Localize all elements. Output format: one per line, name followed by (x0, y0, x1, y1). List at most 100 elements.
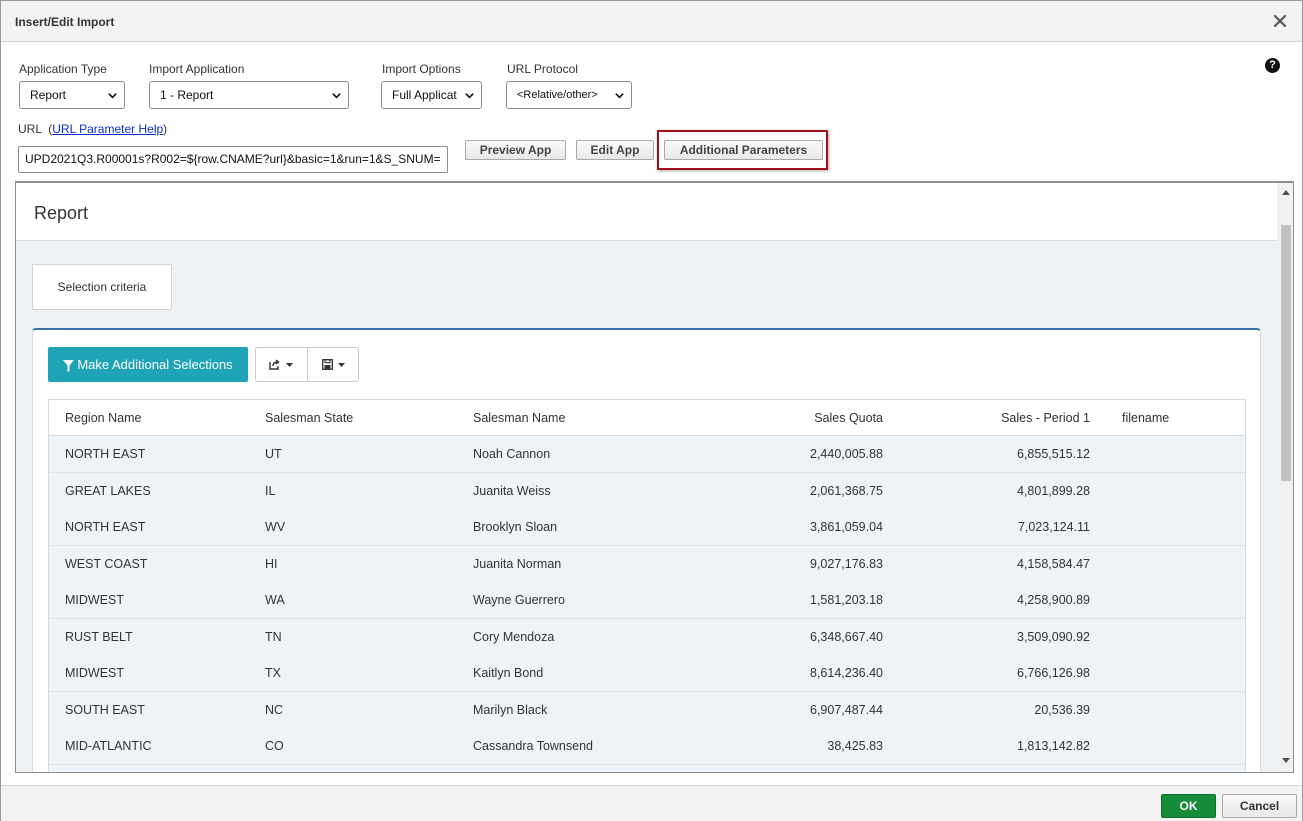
cell-salesman-state: UT (265, 447, 282, 461)
url-protocol-value: <Relative/other> (517, 89, 598, 101)
cell-sales-period-1: 3,509,090.92 (1017, 630, 1090, 644)
chevron-down-icon (464, 90, 475, 101)
report-preview-frame: Report Selection criteria Make Additiona… (15, 181, 1294, 773)
cell-sales-quota: 6,907,487.44 (810, 703, 883, 717)
import-application-select[interactable]: 1 - Report (149, 81, 349, 109)
cell-sales-period-1: 1,813,142.82 (1017, 739, 1090, 753)
dialog-title: Insert/Edit Import (15, 15, 115, 29)
cell-filename (1122, 692, 1222, 728)
cell-sales-quota: 2,061,368.75 (810, 484, 883, 498)
table-row: NORTH EAST WV Brooklyn Sloan 3,861,059.0… (49, 509, 1245, 546)
cell-salesman-state: CO (265, 739, 284, 753)
table-header-row: Region Name Salesman State Salesman Name… (49, 400, 1245, 436)
cell-salesman-state: WV (265, 520, 286, 534)
cell-sales-quota: 2,440,005.88 (810, 447, 883, 461)
column-header-salesman-state[interactable]: Salesman State (265, 400, 445, 436)
table-row: SOUTH EAST NC Marilyn Black 6,907,487.44… (49, 692, 1245, 729)
column-header-filename[interactable]: filename (1122, 400, 1222, 436)
make-additional-selections-button[interactable]: Make Additional Selections (48, 347, 248, 382)
cell-sales-period-1: 4,258,900.89 (1017, 593, 1090, 607)
cell-salesman-state: HI (265, 557, 278, 571)
save-dropdown-button[interactable] (308, 348, 359, 381)
share-dropdown-button[interactable] (256, 348, 307, 381)
scroll-down-icon[interactable] (1282, 758, 1290, 764)
cell-filename (1122, 546, 1222, 582)
cell-filename (1122, 436, 1222, 472)
help-icon[interactable]: ? (1265, 58, 1280, 73)
url-protocol-select[interactable]: <Relative/other> (506, 81, 632, 109)
close-icon[interactable] (1272, 13, 1288, 29)
cancel-button[interactable]: Cancel (1222, 794, 1297, 818)
cell-sales-quota: 8,614,236.40 (810, 666, 883, 680)
cell-filename (1122, 473, 1222, 509)
chevron-down-icon (332, 93, 341, 99)
filter-icon (63, 359, 75, 372)
report-panel: Make Additional Selections Region Name S… (32, 328, 1261, 772)
cell-region-name: NORTH EAST (65, 447, 146, 461)
url-parameter-help-link[interactable]: URL Parameter Help (52, 122, 163, 136)
cell-sales-period-1: 4,801,899.28 (1017, 484, 1090, 498)
import-application-label: Import Application (149, 62, 245, 76)
cell-sales-period-1: 7,023,124.11 (1017, 520, 1090, 534)
column-header-salesman-name[interactable]: Salesman Name (473, 400, 693, 436)
dialog-footer: OK Cancel (1, 785, 1302, 821)
cell-salesman-state: IL (265, 484, 276, 498)
cell-region-name: RUST BELT (65, 630, 133, 644)
cell-filename (1122, 582, 1222, 618)
cell-salesman-name: Wayne Guerrero (473, 593, 565, 607)
cell-sales-quota: 3,861,059.04 (810, 520, 883, 534)
preview-app-button[interactable]: Preview App (465, 140, 566, 160)
cell-salesman-name: Marilyn Black (473, 703, 548, 717)
frame-scrollbar[interactable] (1278, 183, 1293, 772)
cell-sales-quota: 38,425.83 (827, 739, 883, 753)
report-heading: Report (34, 203, 89, 223)
cell-sales-period-1: 6,766,126.98 (1017, 666, 1090, 680)
table-row: GREAT LAKES IL Juanita Weiss 2,061,368.7… (49, 473, 1245, 510)
caret-down-icon (286, 363, 293, 367)
cell-salesman-state: TN (265, 630, 282, 644)
cell-salesman-state: WA (265, 593, 285, 607)
scroll-up-icon[interactable] (1282, 189, 1290, 195)
url-label: URL (18, 122, 42, 136)
make-additional-selections-label: Make Additional Selections (77, 357, 233, 372)
table-row: MIDWEST WA Wayne Guerrero 1,581,203.18 4… (49, 582, 1245, 619)
url-label-row: URL (URL Parameter Help) (18, 122, 168, 136)
scrollbar-thumb[interactable] (1281, 225, 1291, 481)
ok-button[interactable]: OK (1161, 794, 1216, 818)
toolbar-button-group (255, 347, 359, 382)
import-application-value: 1 - Report (160, 88, 214, 102)
cell-region-name: GREAT LAKES (65, 484, 151, 498)
cell-salesman-name: Cory Mendoza (473, 630, 555, 644)
caret-down-icon (338, 363, 345, 367)
cell-region-name: MIDWEST (65, 666, 125, 680)
cell-region-name: WEST COAST (65, 557, 148, 571)
tab-selection-criteria[interactable]: Selection criteria (32, 264, 172, 310)
cell-salesman-name: Juanita Weiss (473, 484, 551, 498)
application-type-label: Application Type (19, 62, 107, 76)
table-row: NORTH EAST UT Noah Cannon 2,440,005.88 6… (49, 436, 1245, 473)
column-header-sales-period-1[interactable]: Sales - Period 1 (899, 400, 1090, 436)
cell-salesman-name: Brooklyn Sloan (473, 520, 558, 534)
application-type-value: Report (30, 88, 67, 102)
import-options-value: Full Applicat (392, 88, 457, 102)
chevron-down-icon (615, 93, 624, 99)
insert-edit-import-dialog: Insert/Edit Import Application Type Repo… (0, 0, 1303, 821)
import-options-select[interactable]: Full Applicat (381, 81, 482, 109)
cell-filename (1122, 509, 1222, 545)
column-header-sales-quota[interactable]: Sales Quota (689, 400, 883, 436)
cell-sales-quota: 9,027,176.83 (810, 557, 883, 571)
cell-salesman-name: Kaitlyn Bond (473, 666, 544, 680)
table-row: MID-ATLANTIC CO Cassandra Townsend 38,42… (49, 728, 1245, 765)
cell-filename (1122, 619, 1222, 655)
cell-region-name: MIDWEST (65, 593, 125, 607)
cell-filename (1122, 655, 1222, 691)
cell-sales-period-1: 20,536.39 (1034, 703, 1090, 717)
report-table: Region Name Salesman State Salesman Name… (48, 399, 1246, 772)
save-icon (322, 359, 333, 370)
cell-sales-quota: 1,581,203.18 (810, 593, 883, 607)
column-header-region-name[interactable]: Region Name (65, 400, 245, 436)
url-input[interactable]: UPD2021Q3.R00001s?R002=${row.CNAME?url}&… (18, 146, 448, 173)
table-row: WEST COAST HI Juanita Norman 9,027,176.8… (49, 546, 1245, 583)
edit-app-button[interactable]: Edit App (576, 140, 654, 160)
application-type-select[interactable]: Report (19, 81, 125, 109)
